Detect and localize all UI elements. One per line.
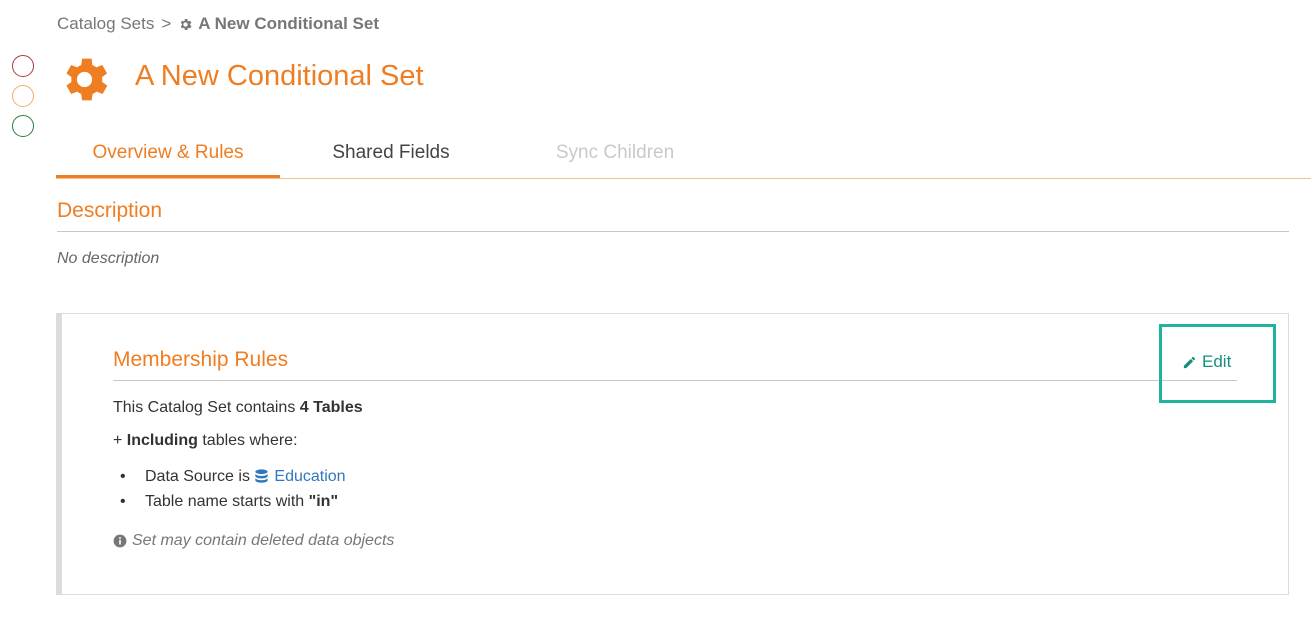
description-text: No description — [57, 250, 160, 267]
status-circle-orange[interactable] — [12, 85, 34, 107]
bullet: • — [120, 468, 126, 485]
gear-icon — [66, 58, 108, 101]
tab-sync-children: Sync Children — [555, 142, 675, 163]
description-divider — [57, 231, 1289, 232]
pencil-icon — [1183, 356, 1196, 368]
tab-overview-rules[interactable]: Overview & Rules — [56, 130, 280, 178]
set-summary: This Catalog Set contains 4 Tables — [113, 399, 363, 417]
summary-count: 4 Tables — [299, 399, 363, 416]
edit-button-label: Edit — [1202, 352, 1232, 371]
bullet: • — [120, 493, 126, 510]
page-title: A New Conditional Set — [135, 60, 424, 92]
membership-rules-divider — [113, 380, 1237, 381]
including-label: Including — [126, 432, 198, 449]
data-source-link-label: Education — [274, 468, 346, 485]
tab-bar: Overview & Rules Shared Fields Sync Chil… — [56, 130, 1311, 179]
status-circle-red[interactable] — [12, 55, 34, 77]
description-heading: Description — [57, 199, 163, 222]
info-circle-icon — [113, 534, 127, 548]
rule-value: "in" — [308, 493, 339, 510]
status-circle-green[interactable] — [12, 115, 34, 137]
tab-shared-fields[interactable]: Shared Fields — [292, 130, 490, 176]
breadcrumb-separator: > — [161, 14, 172, 33]
rule-prefix: Table name starts with — [145, 493, 305, 510]
database-icon — [255, 469, 269, 483]
rule-item: • Table name starts with "in" — [120, 493, 338, 511]
gear-icon — [181, 18, 192, 30]
including-prefix: + — [113, 432, 123, 449]
deleted-objects-note: Set may contain deleted data objects — [113, 532, 394, 550]
note-text: Set may contain deleted data objects — [132, 532, 395, 549]
summary-prefix: This Catalog Set contains — [113, 399, 296, 416]
including-line: + Including tables where: — [113, 432, 298, 450]
breadcrumb-current: A New Conditional Set — [178, 14, 379, 34]
rule-item: • Data Source is Education — [120, 468, 346, 486]
rule-prefix: Data Source is — [145, 468, 250, 485]
edit-button[interactable]: Edit — [1182, 352, 1231, 372]
including-suffix: tables where: — [202, 432, 298, 449]
breadcrumb-parent-link[interactable]: Catalog Sets — [57, 14, 154, 34]
membership-rules-heading: Membership Rules — [113, 348, 289, 371]
data-source-link[interactable]: Education — [254, 468, 346, 486]
breadcrumb-current-label: A New Conditional Set — [198, 14, 379, 33]
breadcrumb: Catalog Sets > A New Conditional Set — [57, 14, 379, 34]
